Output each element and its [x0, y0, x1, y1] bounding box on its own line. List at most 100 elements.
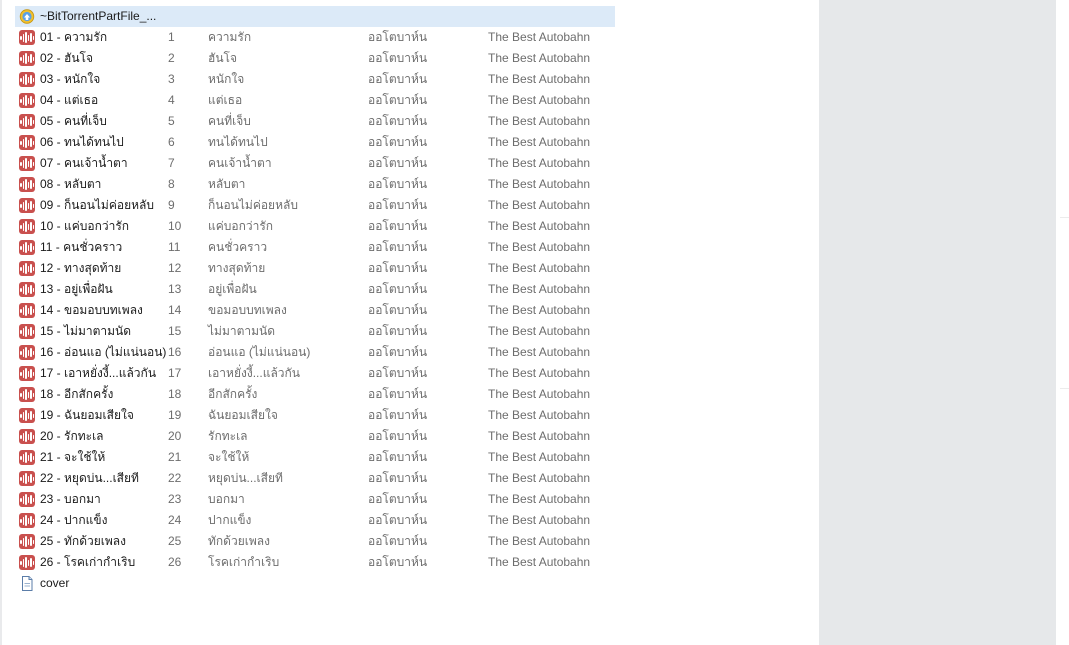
track-row[interactable]: 18 - อีกสักครั้ง 18 อีกสักครั้ง ออโตบาห์น Th…: [15, 384, 615, 405]
audio-file-icon: [19, 198, 35, 213]
audio-file-icon: [19, 219, 35, 234]
file-list: ~BitTorrentPartFile_... 01 - ความรัก 1 ควา…: [15, 6, 615, 594]
track-album: The Best Autobahn: [488, 471, 591, 485]
cover-row[interactable]: cover: [15, 573, 615, 594]
track-row[interactable]: 21 - จะใช้ให้ 21 จะใช้ให้ ออโตบาห์น The Best…: [15, 447, 615, 468]
track-row[interactable]: 20 - รักทะเล 20 รักทะเล ออโตบาห์น The Best A…: [15, 426, 615, 447]
track-title: เอาหยั่งงี้...แล้วกัน: [208, 366, 301, 380]
folder-row[interactable]: ~BitTorrentPartFile_...: [15, 6, 615, 27]
track-title: คนเจ้าน้ำตา: [208, 156, 272, 170]
track-title: บอกมา: [208, 492, 245, 506]
track-number: 10: [168, 219, 182, 233]
track-row[interactable]: 05 - คนที่เจ็บ 5 คนที่เจ็บ ออโตบาห์น The Bes…: [15, 111, 615, 132]
track-title: ฮันโจ: [208, 51, 238, 65]
track-row[interactable]: 22 - หยุดบ่น...เสียที 22 หยุดบ่น...เสียที อ…: [15, 468, 615, 489]
track-row[interactable]: 03 - หนักใจ 3 หนักใจ ออโตบาห์น The Best Auto…: [15, 69, 615, 90]
track-row[interactable]: 06 - ทนได้ทนไป 6 ทนได้ทนไป ออโตบาห์น The Bes…: [15, 132, 615, 153]
audio-file-icon: [19, 303, 35, 318]
track-filename: 25 - ทักด้วยเพลง: [40, 534, 126, 548]
track-number: 2: [168, 51, 175, 65]
track-row[interactable]: 02 - ฮันโจ 2 ฮันโจ ออโตบาห์น The Best Autoba…: [15, 48, 615, 69]
track-title: ฉันยอมเสียใจ: [208, 408, 278, 422]
track-row[interactable]: 15 - ไม่มาตามนัด 15 ไม่มาตามนัด ออโตบาห์น Th…: [15, 321, 615, 342]
audio-file-icon: [19, 492, 35, 507]
track-artist: ออโตบาห์น: [368, 51, 428, 65]
audio-file-icon: [19, 324, 35, 339]
track-album: The Best Autobahn: [488, 303, 591, 317]
track-title: ไม่มาตามนัด: [208, 324, 276, 338]
track-row[interactable]: 25 - ทักด้วยเพลง 25 ทักด้วยเพลง ออโตบาห์น Th…: [15, 531, 615, 552]
track-filename: 04 - แต่เธอ: [40, 93, 99, 107]
audio-file-icon: [19, 114, 35, 129]
track-number: 24: [168, 513, 182, 527]
track-filename: 02 - ฮันโจ: [40, 51, 94, 65]
track-row[interactable]: 11 - คนชั่วคราว 11 คนชั่วคราว ออโตบาห์น The …: [15, 237, 615, 258]
track-artist: ออโตบาห์น: [368, 513, 428, 527]
audio-file-icon: [19, 534, 35, 549]
track-row[interactable]: 24 - ปากแข็ง 24 ปากแข็ง ออโตบาห์น The Best A…: [15, 510, 615, 531]
track-album: The Best Autobahn: [488, 345, 591, 359]
track-artist: ออโตบาห์น: [368, 240, 428, 254]
track-artist: ออโตบาห์น: [368, 408, 428, 422]
track-row[interactable]: 26 - โรคเก่ากำเริบ 26 โรคเก่ากำเริบ ออโตบาห…: [15, 552, 615, 573]
track-row[interactable]: 16 - อ่อนแอ (ไม่แน่นอน) 16 อ่อนแอ (ไม่แน่น…: [15, 342, 615, 363]
track-filename: 11 - คนชั่วคราว: [40, 240, 123, 254]
track-album: The Best Autobahn: [488, 450, 591, 464]
track-filename: 21 - จะใช้ให้: [40, 450, 106, 464]
track-row[interactable]: 07 - คนเจ้าน้ำตา 7 คนเจ้าน้ำตา ออโตบาห์น The…: [15, 153, 615, 174]
track-number: 21: [168, 450, 182, 464]
track-row[interactable]: 04 - แต่เธอ 4 แต่เธอ ออโตบาห์น The Best Auto…: [15, 90, 615, 111]
track-artist: ออโตบาห์น: [368, 72, 428, 86]
track-title: คนที่เจ็บ: [208, 114, 251, 128]
track-row[interactable]: 08 - หลับตา 8 หลับตา ออโตบาห์น The Best Auto…: [15, 174, 615, 195]
audio-file-icon: [19, 555, 35, 570]
track-number: 3: [168, 72, 175, 86]
track-title: อีกสักครั้ง: [208, 387, 258, 401]
track-number: 15: [168, 324, 182, 338]
track-number: 23: [168, 492, 182, 506]
track-album: The Best Autobahn: [488, 261, 591, 275]
track-row[interactable]: 01 - ความรัก 1 ความรัก ออโตบาห์น The Best Au…: [15, 27, 615, 48]
track-row[interactable]: 13 - อยู่เพื่อฝัน 13 อยู่เพื่อฝัน ออโตบาห์น…: [15, 279, 615, 300]
track-artist: ออโตบาห์น: [368, 156, 428, 170]
track-row[interactable]: 10 - แค่บอกว่ารัก 10 แค่บอกว่ารัก ออโตบาห์น…: [15, 216, 615, 237]
track-row[interactable]: 17 - เอาหยั่งงี้...แล้วกัน 17 เอาหยั่งงี้.…: [15, 363, 615, 384]
track-title: ขอมอบบทเพลง: [208, 303, 287, 317]
track-row[interactable]: 12 - ทางสุดท้าย 12 ทางสุดท้าย ออโตบาห์น The …: [15, 258, 615, 279]
track-artist: ออโตบาห์น: [368, 93, 428, 107]
audio-file-icon: [19, 135, 35, 150]
track-number: 12: [168, 261, 182, 275]
track-album: The Best Autobahn: [488, 135, 591, 149]
track-number: 14: [168, 303, 182, 317]
track-filename: 19 - ฉันยอมเสียใจ: [40, 408, 134, 422]
track-row[interactable]: 09 - ก็นอนไม่ค่อยหลับ 9 ก็นอนไม่ค่อยหลับ ออ…: [15, 195, 615, 216]
track-album: The Best Autobahn: [488, 240, 591, 254]
track-number: 25: [168, 534, 182, 548]
track-artist: ออโตบาห์น: [368, 135, 428, 149]
track-album: The Best Autobahn: [488, 72, 591, 86]
track-title: ทนได้ทนไป: [208, 135, 268, 149]
audio-file-icon: [19, 282, 35, 297]
track-filename: 15 - ไม่มาตามนัด: [40, 324, 132, 338]
track-title: ทางสุดท้าย: [208, 261, 266, 275]
track-filename: 01 - ความรัก: [40, 30, 108, 44]
audio-file-icon: [19, 450, 35, 465]
torrent-folder-icon: [19, 9, 35, 24]
track-filename: 10 - แค่บอกว่ารัก: [40, 219, 130, 233]
track-album: The Best Autobahn: [488, 492, 591, 506]
track-artist: ออโตบาห์น: [368, 177, 428, 191]
track-row[interactable]: 23 - บอกมา 23 บอกมา ออโตบาห์น The Best Autob…: [15, 489, 615, 510]
track-row[interactable]: 19 - ฉันยอมเสียใจ 19 ฉันยอมเสียใจ ออโตบาห์น…: [15, 405, 615, 426]
track-filename: 03 - หนักใจ: [40, 72, 101, 86]
track-album: The Best Autobahn: [488, 30, 591, 44]
track-album: The Best Autobahn: [488, 198, 591, 212]
track-title: อ่อนแอ (ไม่แน่นอน): [208, 345, 311, 359]
track-filename: 24 - ปากแข็ง: [40, 513, 108, 527]
audio-file-icon: [19, 471, 35, 486]
track-album: The Best Autobahn: [488, 408, 591, 422]
audio-file-icon: [19, 429, 35, 444]
track-row[interactable]: 14 - ขอมอบบทเพลง 14 ขอมอบบทเพลง ออโตบาห์น Th…: [15, 300, 615, 321]
track-album: The Best Autobahn: [488, 156, 591, 170]
folder-name: ~BitTorrentPartFile_...: [40, 9, 157, 23]
audio-file-icon: [19, 408, 35, 423]
